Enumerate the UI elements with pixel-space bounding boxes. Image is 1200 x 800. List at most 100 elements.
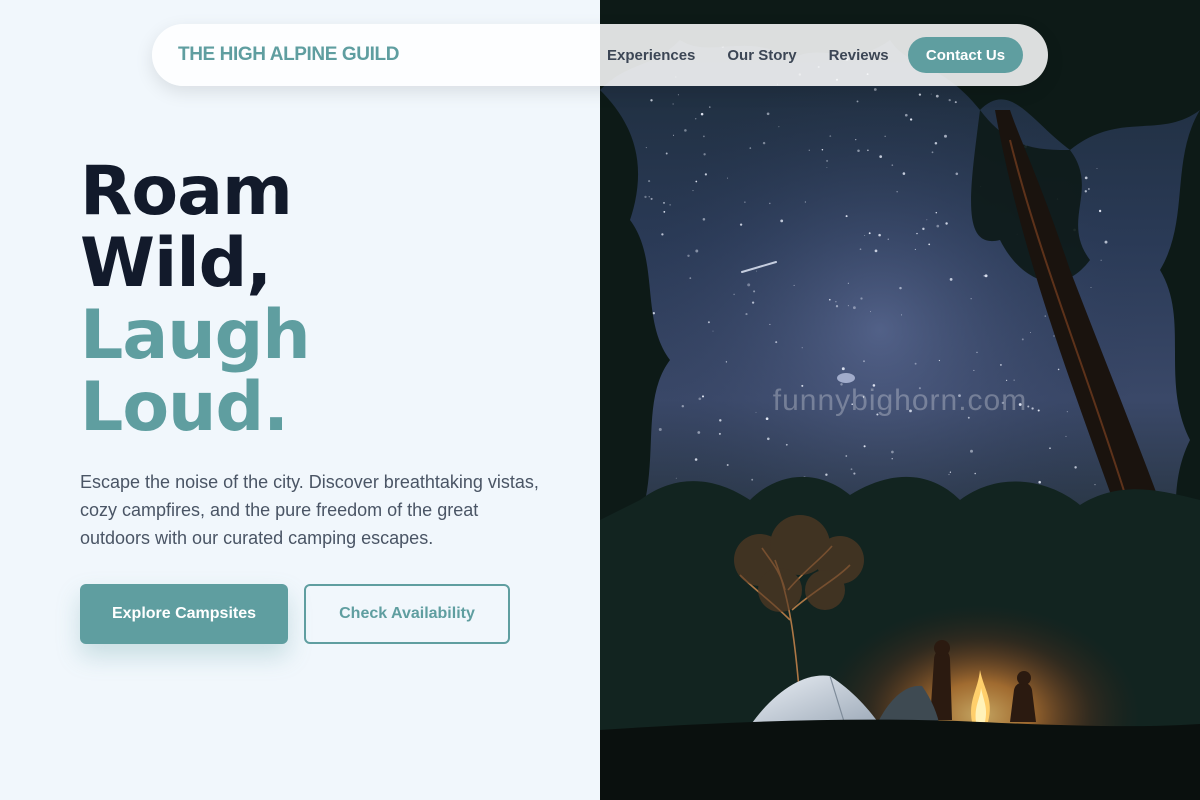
nav-link-our-story[interactable]: Our Story xyxy=(727,47,796,64)
star xyxy=(826,167,828,169)
check-availability-button[interactable]: Check Availability xyxy=(304,584,510,644)
star xyxy=(835,305,839,308)
star xyxy=(1084,176,1088,180)
star xyxy=(873,88,877,91)
hero-title: Roam Wild, Laugh Loud. xyxy=(80,156,311,447)
star xyxy=(891,164,894,166)
star xyxy=(899,286,902,290)
star xyxy=(970,449,973,453)
star xyxy=(984,274,988,278)
star xyxy=(845,215,848,218)
star xyxy=(1057,368,1060,371)
star xyxy=(712,330,714,332)
star xyxy=(869,311,872,313)
nav-link-experiences[interactable]: Experiences xyxy=(607,47,695,64)
star xyxy=(756,270,757,272)
star xyxy=(644,195,647,199)
star xyxy=(904,113,908,117)
star xyxy=(695,180,698,183)
hero-title-accent-line: Loud. xyxy=(80,368,289,447)
star xyxy=(700,112,704,116)
star xyxy=(669,204,671,206)
star xyxy=(976,351,978,354)
star xyxy=(826,159,829,162)
star xyxy=(916,232,918,235)
star xyxy=(692,190,694,192)
star xyxy=(863,445,866,448)
star xyxy=(689,277,692,279)
star xyxy=(719,419,722,422)
star xyxy=(847,282,849,284)
star xyxy=(922,227,925,231)
star xyxy=(931,151,934,154)
star xyxy=(902,172,906,175)
star xyxy=(704,173,708,176)
star xyxy=(949,278,953,281)
star xyxy=(928,243,931,246)
star xyxy=(909,118,913,121)
star xyxy=(855,138,857,141)
star xyxy=(825,473,828,476)
star xyxy=(857,149,860,152)
star xyxy=(847,305,849,307)
star xyxy=(766,112,770,116)
star xyxy=(658,428,662,431)
star xyxy=(935,211,938,214)
nav-link-reviews[interactable]: Reviews xyxy=(829,47,889,64)
star xyxy=(775,341,778,344)
star xyxy=(1049,447,1051,450)
star xyxy=(703,153,706,156)
star xyxy=(1030,331,1031,333)
star xyxy=(867,149,869,152)
star xyxy=(914,362,917,365)
star xyxy=(1038,480,1041,484)
hero-description: Escape the noise of the city. Discover b… xyxy=(80,472,539,548)
star xyxy=(1021,338,1024,341)
star xyxy=(726,464,729,466)
contact-us-button[interactable]: Contact Us xyxy=(908,37,1023,73)
star xyxy=(780,219,784,223)
star xyxy=(695,249,699,253)
nav-links: Experiences Our Story Reviews xyxy=(607,24,921,86)
star xyxy=(841,367,845,371)
star xyxy=(879,155,883,158)
star xyxy=(1100,259,1102,261)
star xyxy=(935,94,939,98)
star xyxy=(914,248,916,250)
star xyxy=(684,129,687,132)
star xyxy=(856,100,859,103)
star xyxy=(650,99,653,102)
star xyxy=(954,101,957,104)
star xyxy=(769,202,771,205)
star xyxy=(697,431,701,434)
star xyxy=(1044,315,1047,317)
star xyxy=(1074,466,1077,469)
brand-logo[interactable]: THE HIGH ALPINE GUILD xyxy=(178,44,399,66)
star xyxy=(694,118,697,120)
star xyxy=(948,98,951,102)
star xyxy=(900,314,903,316)
top-navigation: THE HIGH ALPINE GUILD Experiences Our St… xyxy=(152,24,1048,86)
star xyxy=(918,93,922,96)
star xyxy=(672,134,675,136)
star xyxy=(853,306,856,310)
star xyxy=(739,223,743,226)
star xyxy=(677,94,679,96)
star xyxy=(1090,287,1092,288)
star xyxy=(707,321,710,324)
star xyxy=(672,103,674,105)
star xyxy=(938,359,941,362)
explore-campsites-button[interactable]: Explore Campsites xyxy=(80,584,288,644)
star xyxy=(829,298,831,301)
star xyxy=(804,201,806,203)
star xyxy=(745,313,748,316)
star xyxy=(999,363,1002,366)
star xyxy=(744,201,746,203)
star xyxy=(663,202,665,204)
star xyxy=(944,134,947,138)
star xyxy=(675,477,677,479)
star xyxy=(747,283,751,287)
star xyxy=(1096,167,1098,170)
watermark-text: funnybighorn.com xyxy=(772,384,1028,417)
star xyxy=(874,249,878,253)
